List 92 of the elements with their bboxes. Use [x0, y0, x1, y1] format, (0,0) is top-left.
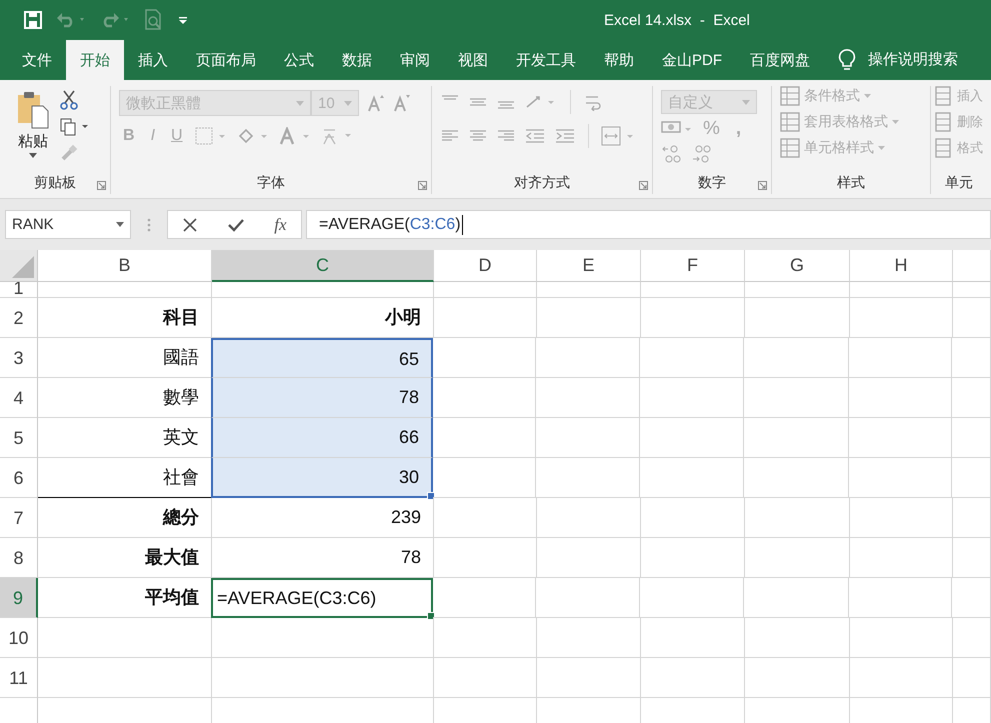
table-cell: 239 — [212, 498, 434, 538]
ribbon-tab[interactable]: 数据 — [328, 40, 386, 80]
table-cell: 30 — [211, 458, 433, 498]
row-header[interactable]: 11 — [0, 658, 38, 698]
table-cell — [952, 378, 991, 418]
insert-function-button[interactable]: fx — [274, 214, 287, 234]
table-cell: 65 — [211, 338, 433, 378]
dialog-launcher-icon[interactable] — [639, 181, 648, 190]
table-cell — [953, 618, 991, 658]
table-cell: 科目 — [38, 298, 212, 338]
ribbon-tab[interactable]: 百度网盘 — [736, 40, 824, 80]
decrease-decimal-icon[interactable] — [691, 144, 713, 164]
dialog-launcher-icon[interactable] — [758, 181, 767, 190]
ribbon-tab[interactable]: 插入 — [124, 40, 182, 80]
table-cell — [953, 498, 991, 538]
table-cell: 66 — [211, 418, 433, 458]
increase-decimal-icon[interactable] — [661, 144, 683, 164]
tell-me-search[interactable]: 操作说明搜索 — [868, 40, 958, 80]
lightbulb-icon[interactable] — [838, 48, 856, 72]
row-header[interactable]: 3 — [0, 338, 38, 378]
grow-font-icon[interactable] — [367, 94, 385, 112]
group-label: 对齐方式 — [514, 174, 570, 192]
caret-icon[interactable] — [29, 153, 37, 158]
group-label: 样式 — [837, 174, 865, 192]
row-header[interactable]: 10 — [0, 618, 38, 658]
table-cell — [952, 338, 991, 378]
table-cell — [952, 458, 991, 498]
table-cell: 最大值 — [38, 538, 212, 578]
ribbon-tab[interactable]: 公式 — [270, 40, 328, 80]
group-label: 字体 — [257, 174, 285, 192]
table-format-icon — [780, 112, 800, 132]
row-header[interactable]: 4 — [0, 378, 38, 418]
table-cell — [953, 538, 991, 578]
paste-icon[interactable] — [16, 90, 50, 130]
dialog-launcher-icon[interactable] — [97, 181, 106, 190]
dialog-launcher-icon[interactable] — [418, 181, 427, 190]
ribbon-tab[interactable]: 视图 — [444, 40, 502, 80]
group-label: 剪贴板 — [34, 174, 76, 192]
ribbon-tab[interactable]: 金山PDF — [648, 40, 736, 80]
copy-icon[interactable] — [60, 118, 88, 136]
column-header[interactable]: D — [434, 250, 537, 282]
table-cell — [952, 578, 991, 618]
row-header[interactable]: 9 — [0, 578, 38, 618]
ribbon-tab[interactable]: 文件 — [8, 40, 66, 80]
undo-icon[interactable] — [56, 12, 86, 28]
paste-button[interactable]: 粘贴 — [18, 132, 48, 151]
table-cell: 78 — [212, 538, 434, 578]
row-header[interactable]: 2 — [0, 298, 38, 338]
table-cell: 總分 — [38, 498, 212, 538]
increase-indent-icon[interactable] — [554, 128, 576, 144]
column-header[interactable]: H — [850, 250, 953, 282]
table-cell: 平均值 — [38, 578, 212, 618]
customize-toolbar-icon[interactable] — [178, 15, 188, 25]
check-icon[interactable] — [227, 216, 246, 232]
table-format-icon — [780, 86, 800, 106]
ribbon-tab[interactable]: 开始 — [66, 40, 124, 80]
cancel-icon[interactable] — [182, 216, 198, 232]
row-header[interactable]: 5 — [0, 418, 38, 458]
ribbon-tab[interactable]: 页面布局 — [182, 40, 270, 80]
column-header[interactable]: E — [537, 250, 641, 282]
caret-icon[interactable] — [116, 222, 124, 227]
column-header[interactable] — [953, 250, 991, 282]
table-format-icon — [780, 138, 800, 158]
name-box[interactable]: RANK — [5, 210, 131, 239]
column-header[interactable]: G — [745, 250, 850, 282]
group-label: 数字 — [698, 174, 726, 192]
group-label: 单元 — [945, 174, 973, 192]
row-header[interactable]: 7 — [0, 498, 38, 538]
ribbon-tab[interactable]: 审阅 — [386, 40, 444, 80]
row-header[interactable]: 6 — [0, 458, 38, 498]
table-cell — [952, 418, 991, 458]
column-header[interactable]: F — [641, 250, 745, 282]
window-title: Excel 14.xlsx - Excel — [604, 12, 750, 28]
format-painter-icon[interactable] — [60, 144, 78, 162]
select-all-corner[interactable] — [0, 250, 38, 282]
column-header[interactable]: C — [212, 250, 434, 282]
table-cell: =AVERAGE(C3:C6) — [211, 578, 433, 618]
formula-field[interactable]: =AVERAGE(C3:C6) — [306, 210, 991, 239]
ribbon-tab[interactable]: 帮助 — [590, 40, 648, 80]
grip-icon[interactable] — [147, 216, 151, 232]
table-cell — [953, 658, 991, 698]
shrink-font-icon[interactable] — [393, 94, 411, 112]
table-cell — [953, 298, 991, 338]
print-preview-icon[interactable] — [144, 9, 164, 31]
table-cell — [953, 282, 991, 298]
ribbon-tab[interactable]: 开发工具 — [502, 40, 590, 80]
cut-icon[interactable] — [60, 90, 78, 110]
column-header[interactable]: B — [38, 250, 212, 282]
table-cell: 78 — [211, 378, 433, 418]
decrease-indent-icon[interactable] — [524, 128, 546, 144]
row-header[interactable]: 8 — [0, 538, 38, 578]
save-icon[interactable] — [24, 11, 42, 29]
